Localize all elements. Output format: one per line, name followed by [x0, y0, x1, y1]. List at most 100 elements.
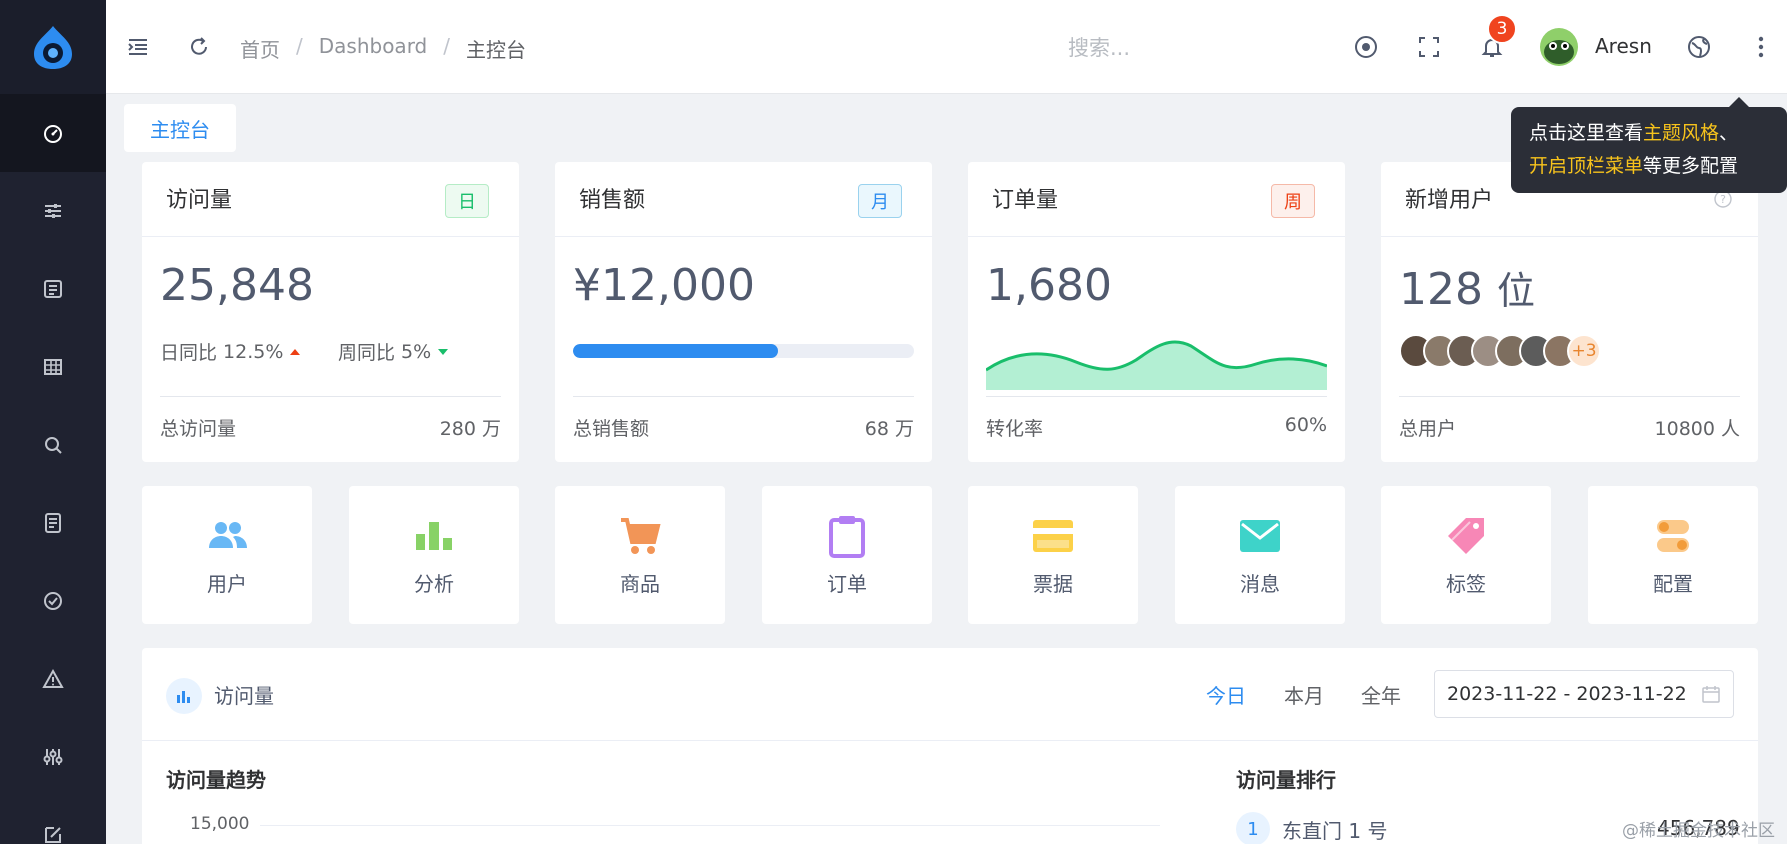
divider	[160, 396, 501, 397]
sales-card: 销售额 月 ¥12,000 总销售额 68 万	[555, 162, 932, 462]
rank-title: 访问量排行	[1236, 768, 1336, 792]
sidebar-item-form[interactable]	[0, 250, 106, 328]
tooltip-highlight: 主题风格	[1643, 122, 1720, 144]
trend-title: 访问量趋势	[166, 768, 266, 792]
orders-card: 订单量 周 1,680 转化率 60%	[968, 162, 1345, 462]
week-compare-value: 5%	[401, 340, 432, 363]
refresh-icon[interactable]	[185, 33, 213, 61]
equalizer-icon	[43, 749, 63, 765]
shortcut-config[interactable]: 配置	[1588, 486, 1758, 624]
more-users-badge[interactable]: +3	[1567, 334, 1601, 368]
more-vertical-icon[interactable]	[1747, 33, 1775, 61]
shortcut-label: 订单	[827, 572, 867, 596]
dashboard-icon	[44, 125, 62, 143]
orders-value: 1,680	[986, 260, 1112, 311]
shortcut-label: 配置	[1653, 572, 1693, 596]
divider	[555, 236, 932, 237]
period-tag: 日	[445, 184, 489, 218]
sidebar-item-dashboard[interactable]	[0, 94, 106, 172]
credit-card-icon	[1033, 520, 1073, 552]
menu-fold-icon[interactable]	[124, 33, 152, 61]
week-compare-label: 周同比	[338, 342, 396, 364]
sidebar-item-result[interactable]	[0, 562, 106, 640]
breadcrumb: 首页 / Dashboard / 主控台	[240, 34, 526, 63]
user-avatar-group: +3	[1399, 334, 1601, 368]
sidebar-item-search[interactable]	[0, 406, 106, 484]
sidebar-item-settings[interactable]	[0, 172, 106, 250]
shortcut-tags[interactable]: 标签	[1381, 486, 1551, 624]
divider	[573, 396, 914, 397]
breadcrumb-dashboard[interactable]: Dashboard	[319, 34, 428, 63]
footer-value: 60%	[1284, 414, 1327, 436]
progress-fill	[573, 344, 778, 358]
tooltip-text: 等更多配置	[1643, 155, 1739, 177]
search-icon	[45, 437, 62, 454]
tab-dashboard[interactable]: 主控台	[124, 104, 236, 152]
tooltip-text: 点击这里查看	[1529, 122, 1644, 144]
user-avatar[interactable]	[1540, 28, 1578, 66]
top-header: 首页 / Dashboard / 主控台 搜索... 3 Aresn	[106, 0, 1787, 94]
check-circle-icon	[44, 592, 62, 610]
visits-value: 25,848	[160, 260, 314, 311]
new-users-number: 128	[1399, 264, 1483, 315]
mail-icon	[1240, 520, 1280, 552]
breadcrumb-home[interactable]: 首页	[240, 34, 280, 63]
divider	[1399, 396, 1740, 397]
logo-icon	[34, 26, 72, 69]
shortcut-label: 分析	[414, 572, 454, 596]
trend-down-icon	[438, 348, 449, 355]
calendar-icon	[1702, 686, 1720, 703]
app-logo[interactable]	[0, 0, 106, 94]
bar-chart-icon	[416, 522, 452, 550]
toggle-icon	[1657, 520, 1689, 552]
card-title: 销售额	[579, 188, 646, 213]
sidebar-item-table[interactable]	[0, 328, 106, 406]
shortcut-goods[interactable]: 商品	[555, 486, 725, 624]
globe-icon[interactable]	[1685, 33, 1713, 61]
period-month[interactable]: 本月	[1284, 680, 1324, 709]
orders-sparkline	[986, 340, 1327, 390]
search-input[interactable]: 搜索...	[1068, 32, 1130, 62]
tooltip-highlight: 开启顶栏菜单	[1529, 155, 1644, 177]
shortcut-messages[interactable]: 消息	[1175, 486, 1345, 624]
panel-title: 访问量	[214, 684, 274, 708]
sidebar-item-config[interactable]	[0, 718, 106, 796]
rank-name: 东直门 1 号	[1282, 818, 1388, 843]
divider	[968, 236, 1345, 237]
divider	[142, 740, 1758, 741]
sidebar-item-document[interactable]	[0, 484, 106, 562]
footer-label: 总销售额	[573, 418, 650, 440]
document-icon	[45, 513, 61, 533]
sliders-icon	[45, 204, 61, 218]
form-icon	[44, 280, 62, 298]
footer-value: 10800 人	[1654, 418, 1740, 440]
new-users-value: 128 位	[1399, 260, 1535, 315]
shortcut-users[interactable]: 用户	[142, 486, 312, 624]
footer-label: 总访问量	[160, 418, 237, 440]
breadcrumb-separator: /	[443, 34, 451, 58]
day-compare-label: 日同比	[160, 342, 218, 364]
period-tag: 周	[1271, 184, 1315, 218]
divider	[1381, 236, 1758, 237]
card-title: 新增用户	[1405, 188, 1494, 213]
footer-label: 总用户	[1399, 418, 1457, 440]
cart-icon	[621, 518, 661, 554]
svg-text:?: ?	[1720, 193, 1726, 206]
period-today[interactable]: 今日	[1206, 680, 1246, 709]
record-icon[interactable]	[1352, 33, 1380, 61]
period-year[interactable]: 全年	[1361, 680, 1401, 709]
shortcut-label: 标签	[1446, 572, 1486, 596]
shortcut-bills[interactable]: 票据	[968, 486, 1138, 624]
shortcut-analysis[interactable]: 分析	[349, 486, 519, 624]
sidebar-item-exception[interactable]	[0, 640, 106, 718]
visits-card: 访问量 日 25,848 日同比 12.5% 周同比 5% 总访问量 280 万	[142, 162, 519, 462]
watermark: @稀土掘金技术社区	[1622, 821, 1775, 841]
shortcut-orders[interactable]: 订单	[762, 486, 932, 624]
theme-config-tooltip: 点击这里查看主题风格、 开启顶栏菜单等更多配置	[1511, 97, 1787, 193]
username[interactable]: Aresn	[1595, 34, 1652, 58]
date-range-picker[interactable]: 2023-11-22 - 2023-11-22	[1434, 670, 1734, 718]
period-tag: 月	[858, 184, 902, 218]
fullscreen-icon[interactable]	[1415, 33, 1443, 61]
day-compare: 日同比 12.5%	[160, 338, 301, 365]
sidebar-item-edit[interactable]	[0, 796, 106, 844]
